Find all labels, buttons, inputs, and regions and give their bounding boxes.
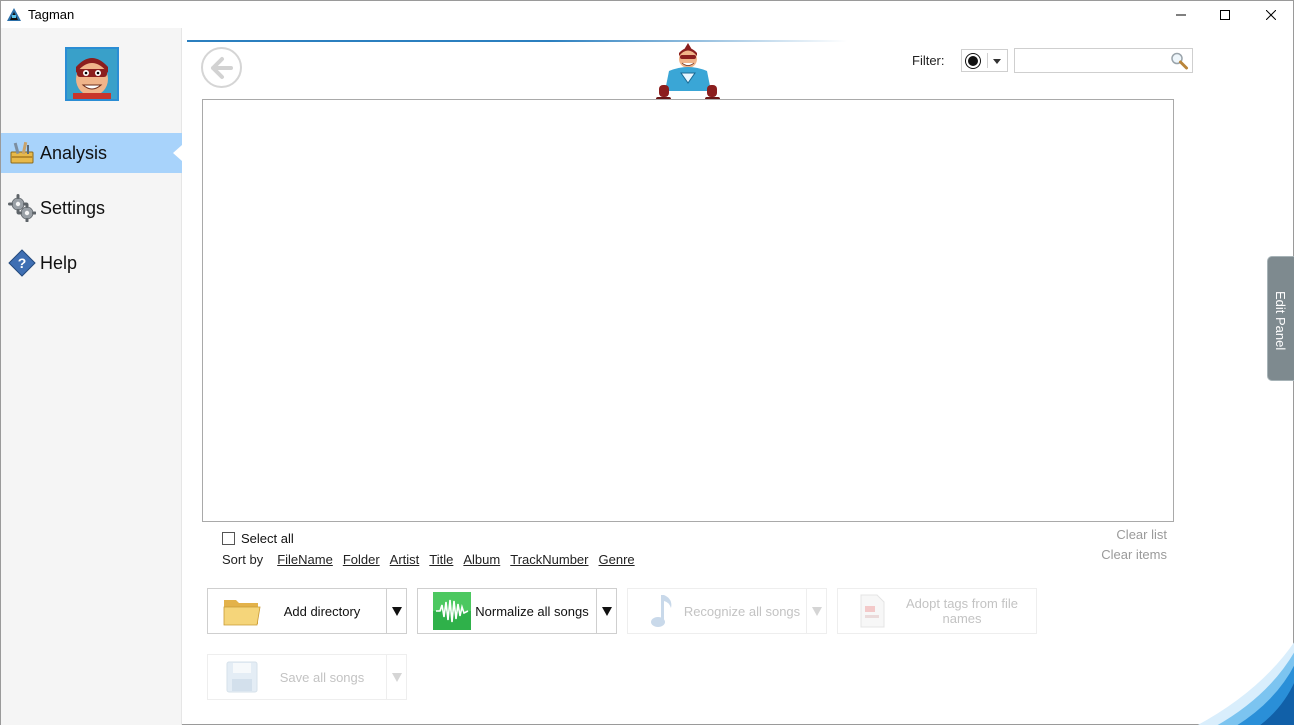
edit-panel-tab[interactable]: Edit Panel bbox=[1267, 256, 1294, 381]
recognize-all-label: Recognize all songs bbox=[683, 603, 801, 619]
file-tag-icon bbox=[852, 591, 892, 631]
waveform-icon bbox=[432, 591, 472, 631]
add-directory-label: Add directory bbox=[283, 603, 361, 619]
sort-link-title[interactable]: Title bbox=[429, 552, 453, 567]
minimize-button[interactable] bbox=[1158, 1, 1204, 28]
close-icon bbox=[1266, 9, 1276, 20]
maximize-button[interactable] bbox=[1202, 1, 1248, 28]
svg-text:?: ? bbox=[18, 255, 27, 271]
avatar[interactable] bbox=[65, 47, 119, 101]
caret-down-icon bbox=[391, 606, 402, 616]
filter-mode-dot-icon bbox=[966, 54, 980, 68]
maximize-icon bbox=[1220, 9, 1230, 20]
help-icon: ? bbox=[8, 249, 36, 277]
search-icon[interactable] bbox=[1169, 51, 1189, 71]
save-dropdown[interactable] bbox=[386, 655, 406, 699]
window-title: Tagman bbox=[28, 7, 75, 22]
tagman-logo-icon bbox=[7, 8, 21, 21]
caret-down-icon bbox=[811, 606, 822, 616]
select-all-label: Select all bbox=[241, 531, 294, 546]
sort-link-album[interactable]: Album bbox=[463, 552, 500, 567]
back-button[interactable] bbox=[201, 47, 242, 88]
close-button[interactable] bbox=[1248, 1, 1294, 28]
adopt-tags-label: Adopt tags from file names bbox=[906, 596, 1018, 626]
normalize-all-label: Normalize all songs bbox=[475, 603, 589, 619]
divider bbox=[987, 53, 988, 68]
filter-mode-dropdown[interactable] bbox=[961, 49, 1008, 72]
sidebar-item-analysis[interactable]: Analysis bbox=[1, 133, 182, 173]
edit-panel-label: Edit Panel bbox=[1273, 291, 1288, 351]
toolbox-icon bbox=[8, 139, 36, 167]
sort-label: Sort by bbox=[222, 552, 264, 567]
recognize-all-button[interactable]: Recognize all songs bbox=[627, 588, 827, 634]
sidebar-item-label: Settings bbox=[40, 197, 106, 218]
floppy-disk-icon bbox=[222, 657, 262, 697]
sidebar: Analysis Settings ? Help bbox=[1, 28, 182, 725]
sidebar-item-label: Analysis bbox=[40, 142, 108, 163]
checkbox[interactable] bbox=[222, 532, 235, 545]
sidebar-item-settings[interactable]: Settings bbox=[1, 188, 182, 228]
sort-link-filename[interactable]: FileName bbox=[277, 552, 333, 567]
gear-icon bbox=[8, 194, 36, 222]
filter-search-box[interactable] bbox=[1014, 48, 1193, 73]
song-list[interactable] bbox=[202, 99, 1174, 522]
normalize-dropdown[interactable] bbox=[596, 589, 616, 633]
caret-down-icon bbox=[391, 672, 402, 682]
add-directory-dropdown[interactable] bbox=[386, 589, 406, 633]
save-all-button[interactable]: Save all songs bbox=[207, 654, 407, 700]
app-window: Tagman Analysis Settings ? Help Filter: … bbox=[0, 0, 1294, 725]
clear-items-link[interactable]: Clear items bbox=[1101, 547, 1167, 562]
normalize-all-button[interactable]: Normalize all songs bbox=[417, 588, 617, 634]
sort-link-artist[interactable]: Artist bbox=[390, 552, 420, 567]
music-note-icon bbox=[642, 591, 682, 631]
clear-list-link[interactable]: Clear list bbox=[1116, 527, 1167, 542]
caret-down-icon bbox=[601, 606, 612, 616]
chevron-down-icon bbox=[993, 59, 1001, 64]
sort-bar: Sort by FileName Folder Artist Title Alb… bbox=[222, 552, 645, 567]
sidebar-item-help[interactable]: ? Help bbox=[1, 243, 182, 283]
corner-swoosh-decoration bbox=[1197, 642, 1294, 725]
filter-input[interactable] bbox=[1018, 52, 1168, 69]
sidebar-item-label: Help bbox=[40, 252, 78, 273]
save-all-label: Save all songs bbox=[279, 669, 365, 685]
mascot-avatar-icon bbox=[67, 49, 117, 99]
folder-icon bbox=[222, 591, 262, 631]
sort-link-tracknumber[interactable]: TrackNumber bbox=[510, 552, 588, 567]
header-divider bbox=[187, 40, 847, 42]
select-all-checkbox[interactable]: Select all bbox=[222, 531, 294, 546]
sort-link-genre[interactable]: Genre bbox=[599, 552, 635, 567]
adopt-tags-button[interactable]: Adopt tags from file names bbox=[837, 588, 1037, 634]
minimize-icon bbox=[1176, 14, 1186, 15]
filter-label: Filter: bbox=[912, 53, 945, 68]
arrow-left-icon bbox=[210, 56, 233, 79]
title-bar: Tagman bbox=[1, 1, 1293, 28]
mascot-icon bbox=[656, 43, 720, 103]
add-directory-button[interactable]: Add directory bbox=[207, 588, 407, 634]
sort-link-folder[interactable]: Folder bbox=[343, 552, 380, 567]
recognize-dropdown[interactable] bbox=[806, 589, 826, 633]
